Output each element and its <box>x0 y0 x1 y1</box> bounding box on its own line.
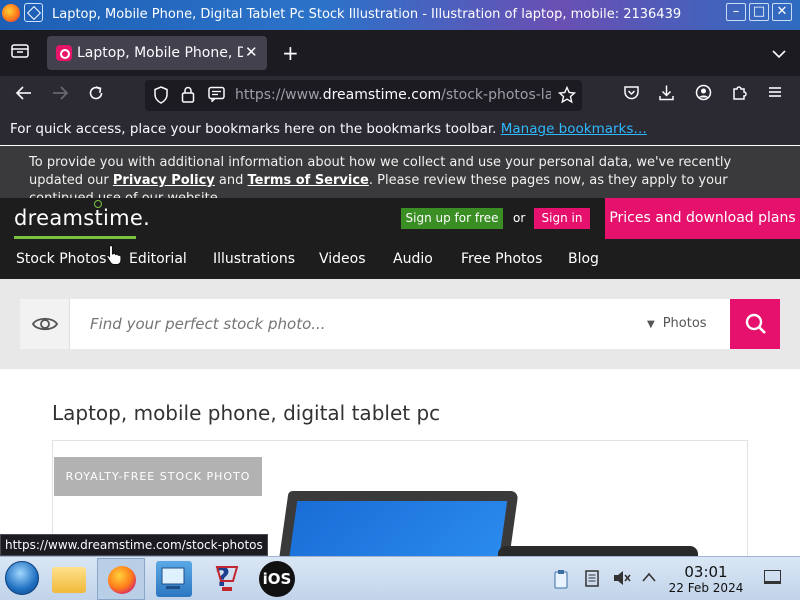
link-status-tooltip: https://www.dreamstime.com/stock-photos <box>0 534 268 556</box>
sign-up-button[interactable]: Sign up for free <box>401 208 503 229</box>
nav-item-editorial[interactable]: Editorial <box>129 251 187 267</box>
nav-item-stock-photos[interactable]: Stock Photos <box>16 251 106 267</box>
taskbar: ? iOS 03:01 22 Feb 2024 <box>0 556 800 600</box>
bookmarks-hint: For quick access, place your bookmarks h… <box>10 121 647 137</box>
nav-item-blog[interactable]: Blog <box>568 251 599 267</box>
show-desktop-icon[interactable] <box>764 570 781 584</box>
tab-bar: Laptop, Mobile Phone, Digital Tablet Pc … <box>0 30 800 76</box>
help-app-icon[interactable]: ? <box>209 561 245 597</box>
hamburger-menu-icon[interactable] <box>767 84 783 105</box>
logo-dot-icon <box>94 200 102 208</box>
search-button[interactable] <box>730 299 780 349</box>
search-icon <box>744 312 768 340</box>
nav-item-illustrations[interactable]: Illustrations <box>213 251 295 267</box>
hand-cursor-icon <box>105 244 123 266</box>
dreamstime-favicon-icon <box>56 45 72 61</box>
prices-plans-button[interactable]: Prices and download plans <box>605 198 800 239</box>
or-label: or <box>513 211 526 225</box>
search-input[interactable] <box>90 315 490 333</box>
url-text[interactable]: https://www.dreamstime.com/stock-photos-… <box>235 87 551 103</box>
chevron-down-icon[interactable] <box>772 44 786 63</box>
bookmarks-toolbar: For quick access, place your bookmarks h… <box>0 115 800 145</box>
chevron-down-icon: ▼ <box>647 319 655 330</box>
tracking-protection-shield-icon[interactable] <box>153 86 169 108</box>
page-info-icon[interactable] <box>208 86 225 106</box>
page-title: Laptop, mobile phone, digital tablet pc <box>52 401 441 425</box>
pocket-icon[interactable] <box>623 84 640 106</box>
terms-of-service-link[interactable]: Terms of Service <box>248 173 369 188</box>
downloads-icon[interactable] <box>658 84 675 106</box>
forward-arrow-icon[interactable] <box>51 84 69 107</box>
privacy-notice: To provide you with additional informati… <box>0 146 800 206</box>
tab-label: Laptop, Mobile Phone, Digital Tablet Pc … <box>77 45 243 61</box>
clock-date: 22 Feb 2024 <box>668 581 744 595</box>
account-icon[interactable] <box>695 84 712 106</box>
window-titlebar: Laptop, Mobile Phone, Digital Tablet Pc … <box>0 0 800 30</box>
nav-item-audio[interactable]: Audio <box>393 251 433 267</box>
tab-close-icon[interactable]: ✕ <box>245 43 258 61</box>
eye-icon <box>31 314 59 338</box>
firefox-taskbar-button[interactable] <box>97 558 145 600</box>
tab-active[interactable]: Laptop, Mobile Phone, Digital Tablet Pc … <box>47 36 267 70</box>
tab-list-icon[interactable] <box>11 43 29 63</box>
laptop-illustration <box>277 491 519 559</box>
manage-bookmarks-link[interactable]: Manage bookmarks… <box>501 121 647 137</box>
maximize-button[interactable]: □ <box>749 3 769 21</box>
search-band: ▼Photos <box>0 279 800 369</box>
nav-item-free-photos[interactable]: Free Photos <box>461 251 542 267</box>
system-clock[interactable]: 03:01 22 Feb 2024 <box>668 564 744 596</box>
reload-icon[interactable] <box>87 84 105 107</box>
firefox-app-icon[interactable] <box>2 4 20 22</box>
visual-search-button[interactable] <box>20 299 70 349</box>
volume-muted-icon[interactable] <box>612 569 632 591</box>
ios-app-icon[interactable]: iOS <box>259 561 295 597</box>
lock-icon[interactable] <box>181 86 195 107</box>
url-bar[interactable]: https://www.dreamstime.com/stock-photos-… <box>145 80 582 111</box>
chevron-up-icon[interactable] <box>641 569 657 587</box>
file-manager-icon[interactable] <box>52 567 86 593</box>
dreamstime-logo[interactable]: dreamstime. <box>14 200 150 230</box>
window-menu-icon[interactable] <box>24 3 43 22</box>
notes-tray-icon[interactable] <box>584 569 600 591</box>
search-type-select[interactable]: ▼ Photos <box>647 316 707 331</box>
clock-time: 03:01 <box>684 563 728 581</box>
back-arrow-icon[interactable] <box>15 84 33 107</box>
navigation-bar: https://www.dreamstime.com/stock-photos-… <box>0 76 800 115</box>
minimize-button[interactable]: – <box>726 3 746 21</box>
clipboard-tray-icon[interactable] <box>553 569 569 593</box>
search-box: ▼Photos <box>20 299 780 349</box>
start-button[interactable] <box>5 561 39 595</box>
extensions-puzzle-icon[interactable] <box>731 84 748 106</box>
firefox-icon <box>108 566 136 594</box>
royalty-free-badge: ROYALTY-FREE STOCK PHOTO <box>54 457 262 496</box>
close-button[interactable]: ✕ <box>772 3 792 21</box>
window-title: Laptop, Mobile Phone, Digital Tablet Pc … <box>52 7 682 22</box>
nav-item-videos[interactable]: Videos <box>319 251 366 267</box>
privacy-policy-link[interactable]: Privacy Policy <box>113 173 215 188</box>
network-app-icon[interactable] <box>156 561 192 597</box>
new-tab-button[interactable]: + <box>282 41 299 65</box>
bookmark-star-icon[interactable] <box>557 85 577 108</box>
site-header: dreamstime. Sign up for free or Sign in … <box>0 198 800 239</box>
sign-in-button[interactable]: Sign in <box>534 208 590 229</box>
